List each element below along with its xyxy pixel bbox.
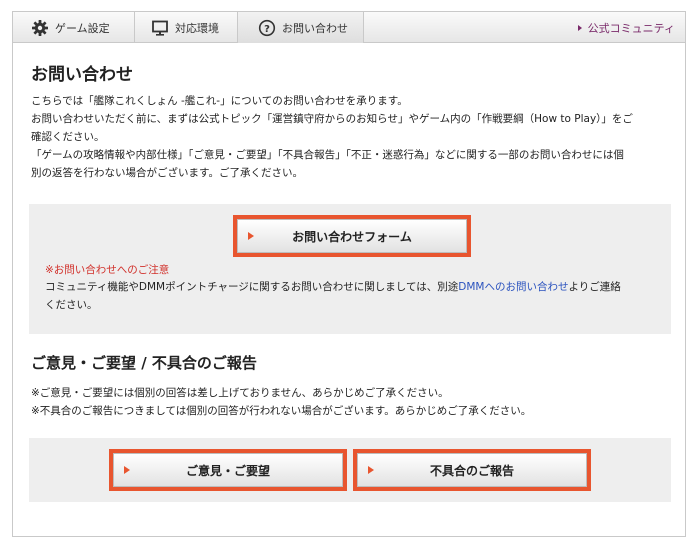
question-circle-icon: ?	[258, 19, 276, 37]
contact-line: 「ゲームの攻略情報や内部仕様」「ご意見・ご要望」「不具合報告」「不正・迷惑行為」…	[31, 149, 624, 161]
tab-game-settings-label: ゲーム設定	[55, 21, 110, 35]
triangle-right-icon	[577, 24, 582, 31]
contact-line: こちらでは「艦隊これくしょん -艦これ-」についてのお問い合わせを承ります。	[31, 95, 408, 107]
contact-notice-line-2: ください。	[45, 299, 98, 311]
tab-game-settings[interactable]: ゲーム設定	[13, 12, 135, 43]
play-arrow-icon	[368, 466, 374, 474]
opinion-request-button-label: ご意見・ご要望	[185, 463, 270, 478]
svg-text:?: ?	[264, 24, 270, 35]
bug-report-button[interactable]: 不具合のご報告	[353, 449, 591, 491]
tab-contact-label: お問い合わせ	[282, 21, 348, 35]
feedback-line: ※ご意見・ご要望には個別の回答は差し上げておりません、あらかじめご了承ください。	[31, 387, 449, 399]
contact-form-button[interactable]: お問い合わせフォーム	[233, 215, 471, 257]
contact-notice-line: コミュニティ機能やDMMポイントチャージに関するお問い合わせに関しましては、別途…	[45, 278, 621, 296]
gear-icon	[31, 19, 49, 37]
contact-notice-text-after: よりご連絡	[568, 281, 621, 293]
official-community-link[interactable]: 公式コミュニティ	[577, 12, 675, 43]
tab-contact[interactable]: ? お問い合わせ	[238, 12, 364, 43]
bug-report-button-label: 不具合のご報告	[429, 463, 514, 478]
tab-bar: ゲーム設定 対応環境 ? お問い合わせ 公式コミュニティ	[13, 12, 685, 43]
contact-notice-title: ※お問い合わせへのご注意	[45, 264, 170, 276]
feedback-section-title: ご意見・ご要望 / 不具合のご報告	[31, 354, 257, 372]
contact-form-button-face: お問い合わせフォーム	[237, 219, 467, 253]
contact-notice-text-before: コミュニティ機能やDMMポイントチャージに関するお問い合わせに関しましては、別途	[45, 281, 459, 293]
official-community-label: 公式コミュニティ	[587, 21, 675, 35]
play-arrow-icon	[124, 466, 130, 474]
contact-line: お問い合わせいただく前に、まずは公式トピック「運営鎮守府からのお知らせ」やゲーム…	[31, 113, 633, 125]
tab-environment[interactable]: 対応環境	[135, 12, 238, 43]
contact-section-title: お問い合わせ	[31, 65, 133, 85]
opinion-request-button[interactable]: ご意見・ご要望	[109, 449, 347, 491]
contact-line: 確認ください。	[31, 131, 105, 143]
main-frame: ゲーム設定 対応環境 ? お問い合わせ 公式コミュニティ お問い合わせ こちらで…	[12, 11, 686, 537]
dmm-contact-link[interactable]: DMMへのお問い合わせ	[458, 281, 568, 293]
contact-paragraph: こちらでは「艦隊これくしょん -艦これ-」についてのお問い合わせを承ります。 お…	[31, 92, 633, 182]
contact-notice-text: コミュニティ機能やDMMポイントチャージに関するお問い合わせに関しましては、別途…	[45, 278, 621, 314]
feedback-paragraph: ※ご意見・ご要望には個別の回答は差し上げておりません、あらかじめご了承ください。…	[31, 384, 531, 420]
monitor-icon	[151, 19, 169, 37]
opinion-request-button-face: ご意見・ご要望	[113, 453, 343, 487]
contact-form-button-label: お問い合わせフォーム	[292, 229, 412, 244]
tab-environment-label: 対応環境	[175, 21, 219, 35]
contact-line: 別の返答を行わない場合がございます。ご了承ください。	[31, 167, 303, 179]
bug-report-button-face: 不具合のご報告	[357, 453, 587, 487]
feedback-line: ※不具合のご報告につきましては個別の回答が行われない場合がございます。あらかじめ…	[31, 405, 532, 417]
play-arrow-icon	[248, 232, 254, 240]
